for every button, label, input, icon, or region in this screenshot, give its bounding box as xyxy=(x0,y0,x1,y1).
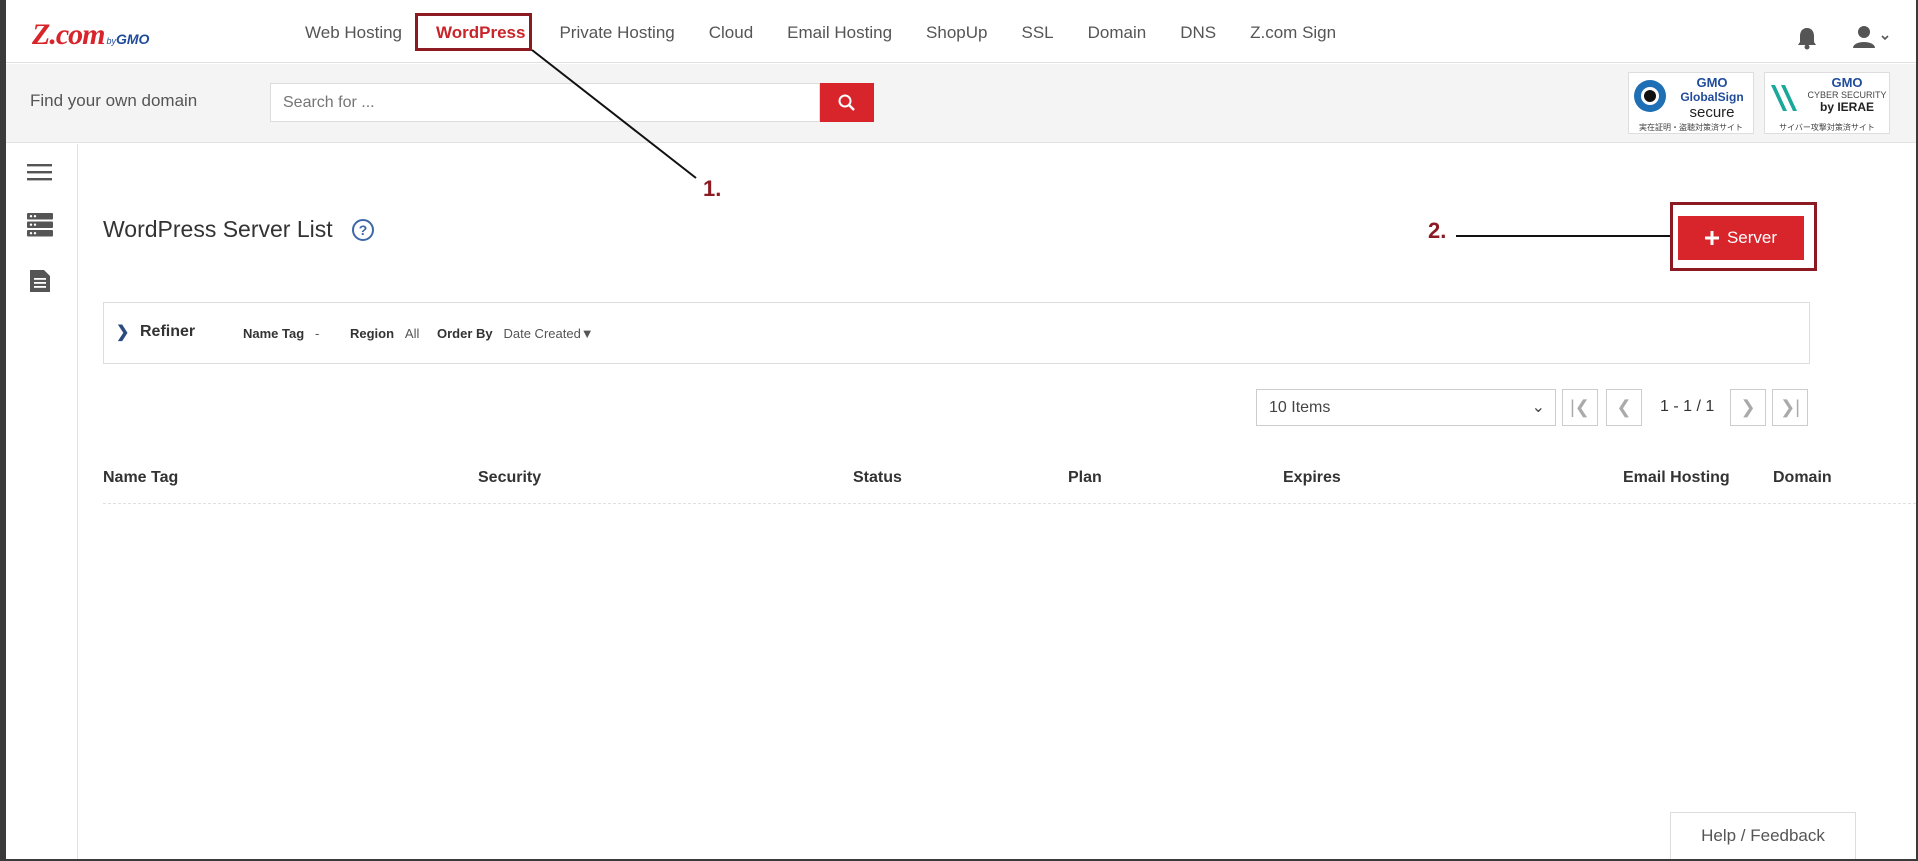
column-expires[interactable]: Expires xyxy=(1283,469,1341,487)
last-page-button[interactable]: ❯| xyxy=(1772,389,1808,426)
nav-shopup[interactable]: ShopUp xyxy=(909,0,1004,63)
chevron-right-icon[interactable]: ❯ xyxy=(116,322,129,342)
badge-globalsign: GlobalSign xyxy=(1680,90,1744,104)
ierae-badge[interactable]: GMO CYBER SECURITY by IERAE サイバー攻撃対策済サイト xyxy=(1764,72,1890,134)
filter-order-by-key: Order By xyxy=(437,326,493,341)
user-menu[interactable] xyxy=(1852,24,1892,50)
domain-search-bar: Find your own domain GMO GlobalSign secu… xyxy=(6,64,1916,143)
find-domain-label: Find your own domain xyxy=(30,91,198,110)
nav-domain[interactable]: Domain xyxy=(1071,0,1164,63)
help-feedback-button[interactable]: Help / Feedback xyxy=(1670,812,1856,859)
ierae-stripes-icon xyxy=(1771,85,1797,111)
search-button[interactable] xyxy=(820,83,874,122)
logo-text: Z.com xyxy=(32,18,105,51)
badge-ierae-caption: サイバー攻撃対策済サイト xyxy=(1779,123,1875,132)
column-domain[interactable]: Domain xyxy=(1773,469,1832,487)
nav-ssl[interactable]: SSL xyxy=(1004,0,1070,63)
chevron-down-icon: ⌄ xyxy=(1531,399,1545,416)
nav-dns[interactable]: DNS xyxy=(1163,0,1233,63)
document-icon[interactable] xyxy=(26,266,54,292)
column-name-tag[interactable]: Name Tag xyxy=(103,469,178,487)
annotation-step-1: 1. xyxy=(703,176,722,201)
page-count: 1 - 1 / 1 xyxy=(1660,398,1715,415)
help-icon[interactable]: ? xyxy=(352,219,374,241)
column-security[interactable]: Security xyxy=(478,469,541,487)
column-email-hosting[interactable]: Email Hosting xyxy=(1623,469,1730,487)
badge-gmo-2: GMO xyxy=(1831,75,1863,90)
badge-ierae: by IERAE xyxy=(1819,100,1874,114)
logo-gmo: GMO xyxy=(116,31,150,47)
hamburger-menu-icon[interactable] xyxy=(26,162,54,188)
badge-cyber-security: CYBER SECURITY xyxy=(1807,90,1887,100)
globalsign-badge[interactable]: GMO GlobalSign secure 実在証明・盗聴対策済サイト xyxy=(1628,72,1754,134)
add-server-label: Server xyxy=(1726,228,1778,247)
filter-region: Region All xyxy=(350,326,419,341)
nav-cloud[interactable]: Cloud xyxy=(692,0,770,63)
table-divider xyxy=(103,503,1916,504)
items-per-page-value: 10 Items xyxy=(1269,399,1331,416)
filter-order-by[interactable]: Order By Date Created▼ xyxy=(437,326,594,341)
filter-name-tag: Name Tag - xyxy=(243,326,319,341)
domain-search-input[interactable] xyxy=(270,83,820,122)
filter-order-by-value: Date Created▼ xyxy=(503,326,594,341)
next-page-button[interactable]: ❯ xyxy=(1730,389,1766,426)
server-list-icon[interactable] xyxy=(26,212,54,238)
items-per-page-select[interactable]: 10 Items ⌄ xyxy=(1256,389,1556,426)
badge-gmo: GMO xyxy=(1696,75,1728,90)
add-server-button[interactable]: Server xyxy=(1678,216,1804,260)
refiner-panel: ❯ Refiner Name Tag - Region All Order By… xyxy=(103,302,1810,364)
filter-name-tag-key: Name Tag xyxy=(243,326,305,341)
prev-page-button[interactable]: ❮ xyxy=(1606,389,1642,426)
filter-region-value: All xyxy=(404,326,420,341)
globalsign-eye-icon xyxy=(1634,80,1666,112)
nav-email-hosting[interactable]: Email Hosting xyxy=(770,0,909,63)
refiner-toggle[interactable]: Refiner xyxy=(140,323,195,341)
nav-zcom-sign[interactable]: Z.com Sign xyxy=(1233,0,1353,63)
nav-web-hosting[interactable]: Web Hosting xyxy=(288,0,419,63)
top-nav: Z.com by GMO Web Hosting WordPress Priva… xyxy=(6,0,1916,63)
nav-private-hosting[interactable]: Private Hosting xyxy=(542,0,691,63)
logo-by: by xyxy=(106,36,116,46)
first-page-button[interactable]: |❮ xyxy=(1562,389,1598,426)
filter-region-key: Region xyxy=(350,326,395,341)
app-frame: Z.com by GMO Web Hosting WordPress Priva… xyxy=(6,0,1916,859)
annotation-highlight-wordpress xyxy=(415,13,532,51)
column-status[interactable]: Status xyxy=(853,469,902,487)
bell-icon[interactable] xyxy=(1796,26,1818,50)
sidebar xyxy=(6,144,78,859)
badge-secure: secure xyxy=(1689,104,1735,121)
filter-name-tag-value: - xyxy=(315,326,320,341)
search-icon xyxy=(838,94,855,111)
badge-globalsign-caption: 実在証明・盗聴対策済サイト xyxy=(1639,123,1743,132)
column-plan[interactable]: Plan xyxy=(1068,469,1102,487)
plus-icon xyxy=(1704,231,1719,245)
page-title: WordPress Server List xyxy=(103,216,333,242)
annotation-step-2: 2. xyxy=(1428,218,1447,243)
zcom-logo[interactable]: Z.com by GMO xyxy=(32,18,150,51)
user-icon xyxy=(1853,26,1889,48)
